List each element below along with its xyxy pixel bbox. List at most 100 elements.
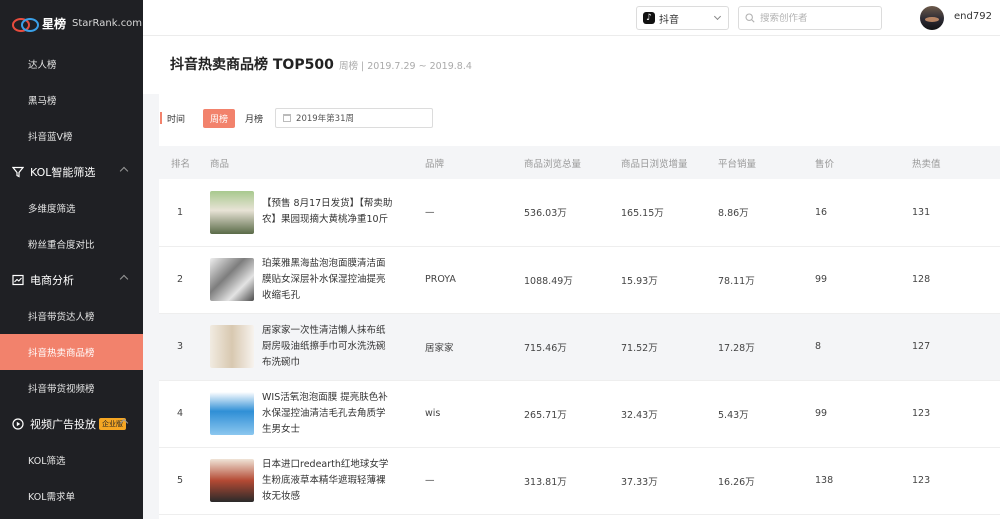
total-views-cell: 313.81万: [524, 476, 567, 488]
sidebar: 星榜 StarRank.com 达人榜 黑马榜 抖音蓝V榜 KOL智能筛选 多维…: [0, 0, 143, 519]
sidebar-item-label: 抖音带货达人榜: [28, 312, 95, 323]
price-cell: 99: [815, 408, 828, 419]
table-row[interactable]: 1 【预售 8月17日发货】【帮卖助农】果园现摘大黄桃净重10斤 — 536.0…: [159, 179, 1000, 246]
product-thumbnail[interactable]: [210, 325, 254, 368]
col-price[interactable]: 售价: [815, 146, 912, 179]
rank-cell: 1: [177, 206, 184, 218]
sidebar-item-label: KOL筛选: [28, 456, 66, 467]
search-box[interactable]: [738, 6, 882, 30]
avatar[interactable]: [920, 6, 944, 30]
sidebar-item-label: 抖音带货视频榜: [28, 384, 95, 395]
play-circle-icon: [12, 418, 24, 430]
username[interactable]: end792: [954, 11, 992, 22]
table-header-row: 排名 商品 品牌 商品浏览总量 商品日浏览增量 平台销量 售价 热卖值: [159, 146, 1000, 179]
brand-cell: PROYA: [425, 274, 456, 285]
week-picker[interactable]: 2019年第31周: [275, 108, 434, 128]
chevron-up-icon: [119, 166, 129, 176]
product-name[interactable]: 【预售 8月17日发货】【帮卖助农】果园现摘大黄桃净重10斤: [262, 196, 394, 228]
daily-views-cell: 15.93万: [621, 275, 658, 287]
sidebar-group-label: 电商分析: [30, 274, 74, 287]
sales-cell: 5.43万: [718, 409, 749, 421]
sales-cell: 78.11万: [718, 275, 755, 287]
product-ranking-table: 排名 商品 品牌 商品浏览总量 商品日浏览增量 平台销量 售价 热卖值 1 【预…: [159, 146, 1000, 515]
brand-cell: wis: [425, 408, 441, 419]
hot-value-cell: 123: [912, 475, 931, 486]
product-cell: 日本进口redearth红地球女学生粉底液草本精华遮瑕轻薄裸妆无妆感: [210, 447, 425, 514]
sidebar-item-dark-horse[interactable]: 黑马榜: [0, 82, 143, 118]
main-content: 抖音热卖商品榜 TOP500 周榜 | 2019.7.29 ~ 2019.8.4…: [143, 36, 1000, 519]
sidebar-item-douyin-sales-talent[interactable]: 抖音带货达人榜: [0, 298, 143, 334]
platform-select[interactable]: ♪ 抖音: [636, 6, 729, 30]
tab-weekly[interactable]: 周榜: [203, 108, 236, 128]
table-row[interactable]: 4 WIS活氧泡泡面膜 提亮肤色补水保湿控油清洁毛孔去角质学生男女士 wis 2…: [159, 380, 1000, 447]
total-views-cell: 715.46万: [524, 342, 567, 354]
col-product: 商品: [210, 158, 230, 170]
tiktok-icon: ♪: [643, 12, 655, 24]
sidebar-item-kol-requests[interactable]: KOL需求单: [0, 478, 143, 514]
product-cell: 居家家一次性清洁懒人抹布纸厨房吸油纸擦手巾可水洗洗碗布洗碗巾: [210, 313, 425, 380]
chart-icon: [12, 274, 24, 286]
product-thumbnail[interactable]: [210, 459, 254, 502]
product-thumbnail[interactable]: [210, 190, 254, 234]
page-period: 周榜 | 2019.7.29 ~ 2019.8.4: [339, 61, 472, 72]
sidebar-group-label: 视频广告投放: [30, 418, 96, 431]
col-total-views[interactable]: 商品浏览总量: [524, 146, 621, 179]
sidebar-item-fan-overlap[interactable]: 粉丝重合度对比: [0, 226, 143, 262]
product-thumbnail[interactable]: [210, 392, 254, 435]
sidebar-item-multi-filter[interactable]: 多维度筛选: [0, 190, 143, 226]
calendar-icon: [283, 114, 292, 122]
col-daily-views[interactable]: 商品日浏览增量: [621, 146, 718, 179]
top-bar: ♪ 抖音 end792: [143, 0, 1000, 36]
product-name[interactable]: 珀莱雅黑海盐泡泡面膜清洁面膜贴女深层补水保湿控油提亮收缩毛孔: [262, 256, 394, 304]
product-cell: WIS活氧泡泡面膜 提亮肤色补水保湿控油清洁毛孔去角质学生男女士: [210, 380, 425, 447]
time-filter: 时间 周榜 月榜 2019年第31周: [159, 108, 434, 128]
price-cell: 138: [815, 475, 834, 486]
table-row[interactable]: 2 珀莱雅黑海盐泡泡面膜清洁面膜贴女深层补水保湿控油提亮收缩毛孔 PROYA 1…: [159, 246, 1000, 313]
col-hot-value[interactable]: 热卖值: [912, 146, 1000, 179]
product-name[interactable]: WIS活氧泡泡面膜 提亮肤色补水保湿控油清洁毛孔去角质学生男女士: [262, 390, 394, 438]
rank-cell: 3: [177, 341, 184, 352]
brand-site: StarRank.com: [72, 17, 143, 29]
page-title: 抖音热卖商品榜 TOP500: [170, 57, 334, 73]
sidebar-group-kol-filter[interactable]: KOL智能筛选: [0, 154, 143, 190]
sidebar-item-label: 黑马榜: [28, 96, 57, 107]
product-thumbnail[interactable]: [210, 258, 254, 301]
starrank-logo-icon: [12, 16, 39, 32]
filter-icon: [12, 166, 24, 178]
rank-cell: 2: [177, 274, 184, 285]
sidebar-item-talent-rank[interactable]: 达人榜: [0, 46, 143, 82]
tab-monthly[interactable]: 月榜: [245, 112, 263, 125]
sidebar-item-label: 抖音蓝V榜: [28, 132, 73, 143]
logo[interactable]: 星榜 StarRank.com: [0, 0, 143, 46]
product-name[interactable]: 居家家一次性清洁懒人抹布纸厨房吸油纸擦手巾可水洗洗碗布洗碗巾: [262, 323, 394, 371]
sidebar-group-video-ads[interactable]: 视频广告投放 企业版: [0, 406, 143, 442]
page-header: 抖音热卖商品榜 TOP500 周榜 | 2019.7.29 ~ 2019.8.4: [143, 36, 1000, 94]
hot-value-cell: 131: [912, 206, 931, 218]
search-input[interactable]: [760, 12, 870, 24]
product-name[interactable]: 日本进口redearth红地球女学生粉底液草本精华遮瑕轻薄裸妆无妆感: [262, 457, 394, 505]
price-cell: 16: [815, 206, 828, 218]
table-row[interactable]: 3 居家家一次性清洁懒人抹布纸厨房吸油纸擦手巾可水洗洗碗布洗碗巾 居家家 715…: [159, 313, 1000, 380]
product-cell: 珀莱雅黑海盐泡泡面膜清洁面膜贴女深层补水保湿控油提亮收缩毛孔: [210, 246, 425, 313]
sidebar-item-blue-v[interactable]: 抖音蓝V榜: [0, 118, 143, 154]
search-icon: [745, 13, 755, 23]
sales-cell: 16.26万: [718, 476, 755, 488]
sidebar-item-kol-filter[interactable]: KOL筛选: [0, 442, 143, 478]
brand-cell: —: [425, 206, 435, 218]
rank-cell: 4: [177, 408, 184, 419]
daily-views-cell: 71.52万: [621, 342, 658, 354]
daily-views-cell: 32.43万: [621, 409, 658, 421]
col-rank[interactable]: 排名: [159, 146, 210, 179]
hot-value-cell: 127: [912, 341, 931, 352]
price-cell: 8: [815, 341, 822, 352]
brand-cell: —: [425, 475, 435, 486]
sidebar-item-douyin-hot-products[interactable]: 抖音热卖商品榜: [0, 334, 143, 370]
sidebar-group-ecommerce[interactable]: 电商分析: [0, 262, 143, 298]
hot-value-cell: 128: [912, 274, 931, 285]
table-row[interactable]: 5 日本进口redearth红地球女学生粉底液草本精华遮瑕轻薄裸妆无妆感 — 3…: [159, 447, 1000, 514]
col-sales[interactable]: 平台销量: [718, 146, 815, 179]
chevron-down-icon: [713, 12, 722, 21]
ranking-panel: 时间 周榜 月榜 2019年第31周 排名 商品 品牌 商品浏览总量 商品日浏览…: [159, 94, 1000, 519]
sidebar-item-douyin-sales-video[interactable]: 抖音带货视频榜: [0, 370, 143, 406]
week-picker-value: 2019年第31周: [296, 114, 354, 124]
